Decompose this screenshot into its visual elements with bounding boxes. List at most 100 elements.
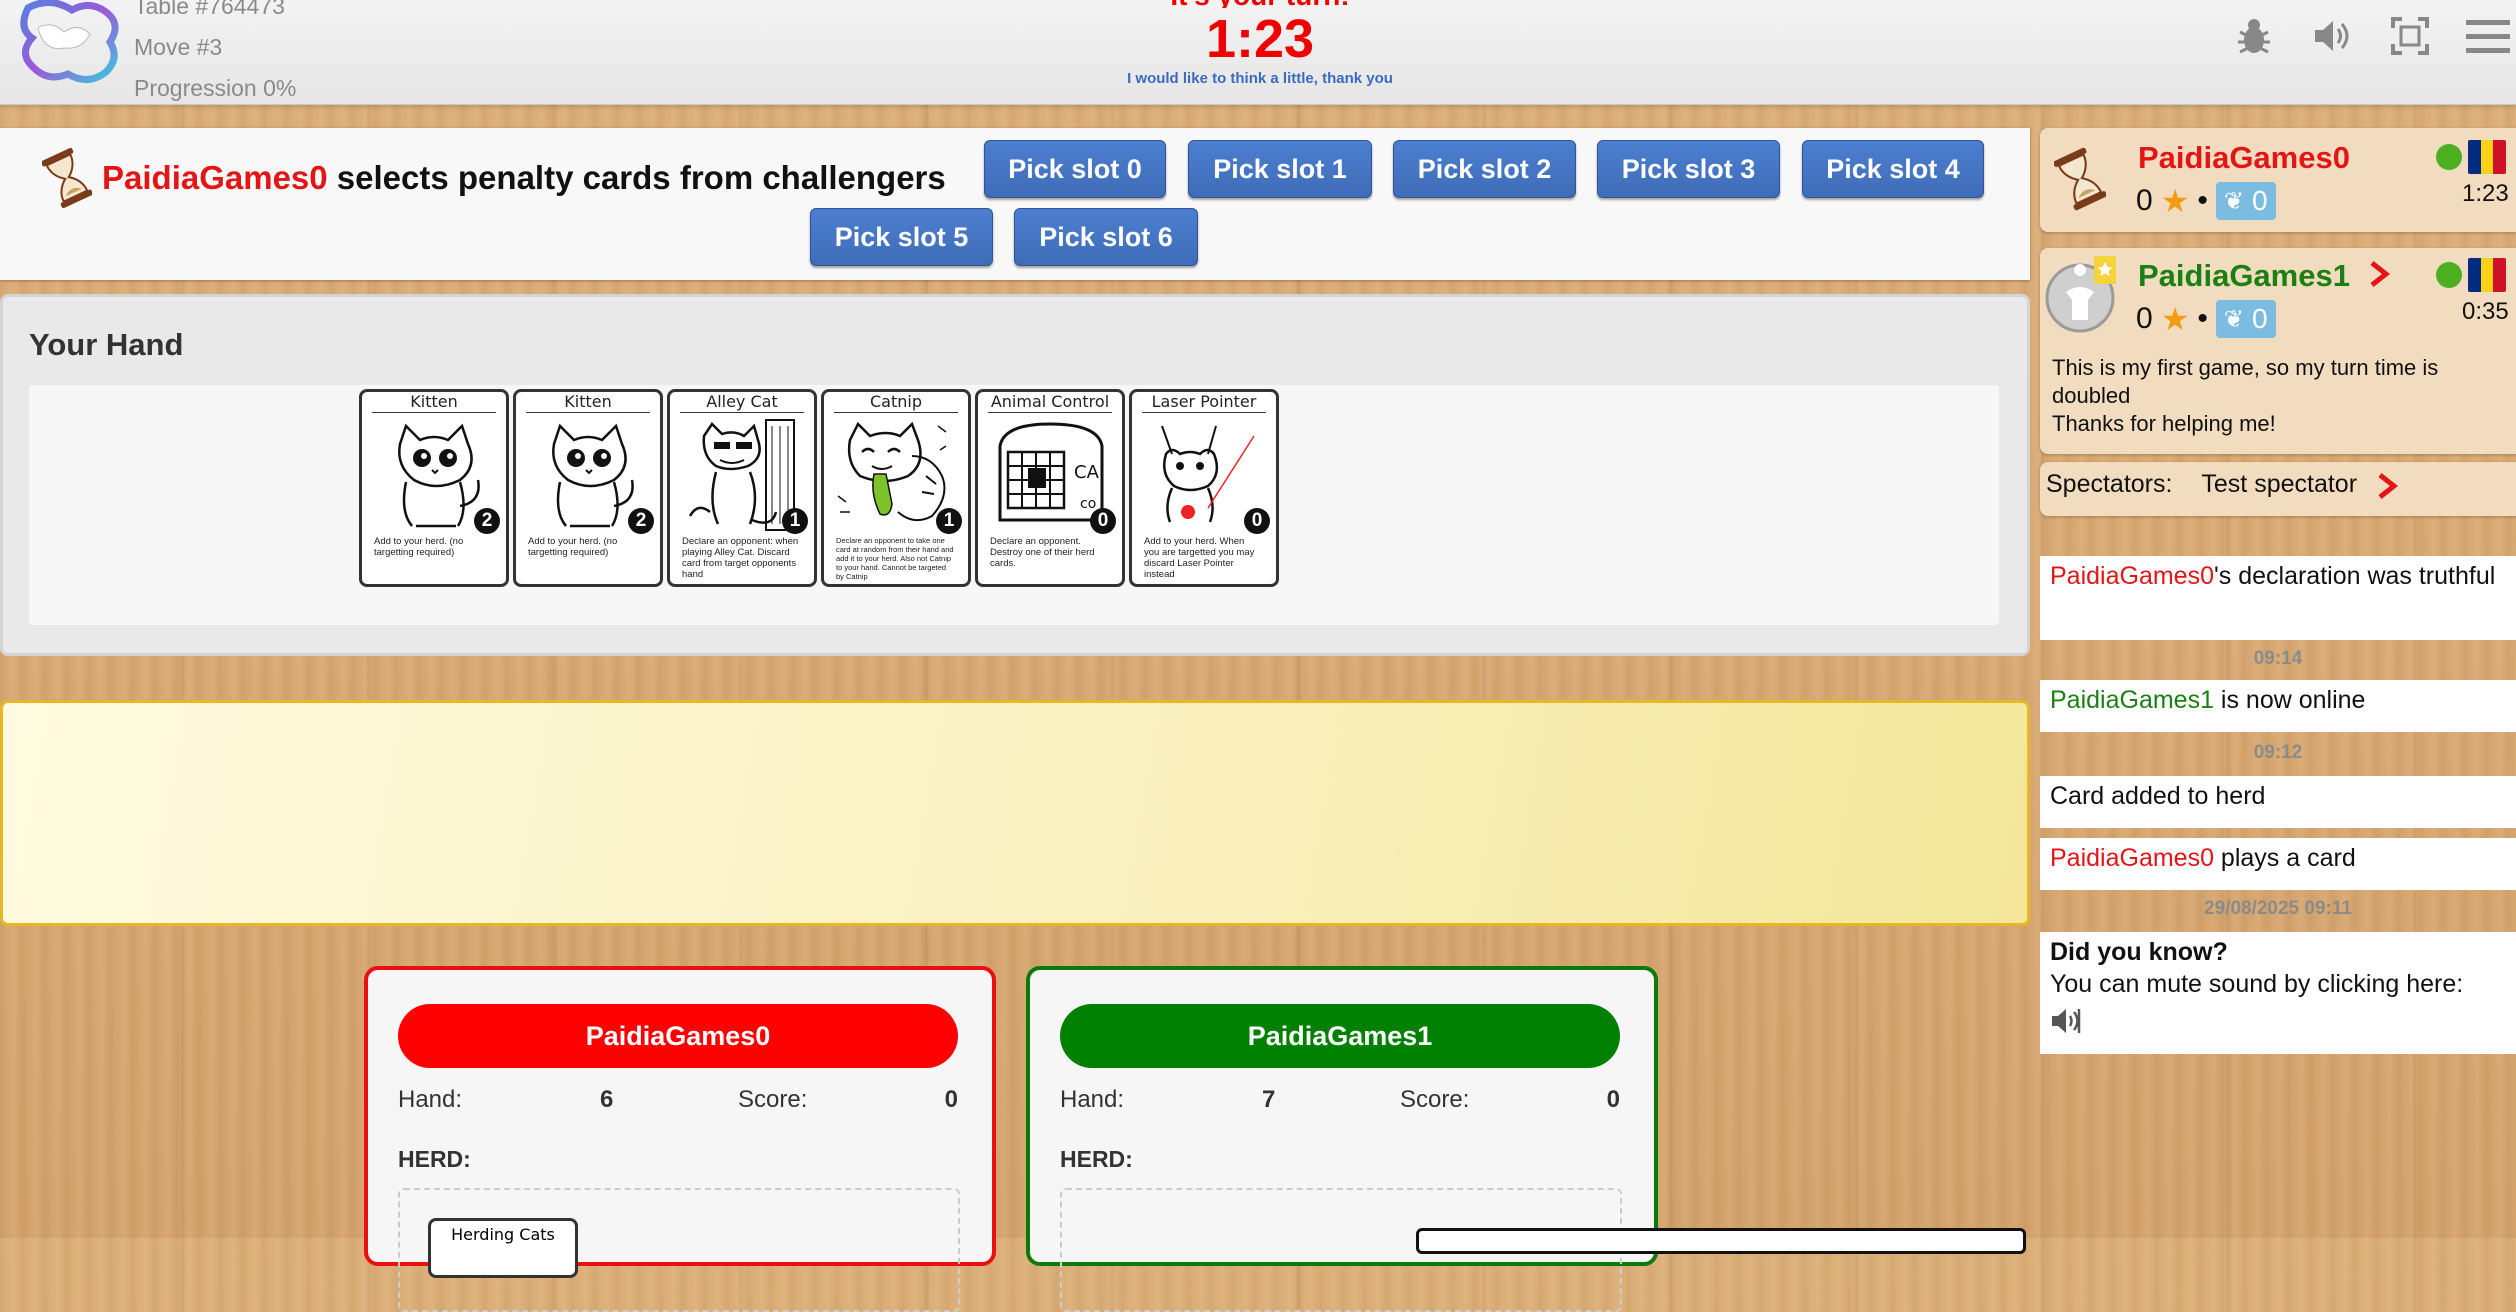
score-value: 0: [1606, 1086, 1620, 1113]
table-id: Table #764473: [134, 0, 285, 19]
play-area: [0, 700, 2030, 926]
log-entry: Card added to herd: [2040, 776, 2516, 828]
player-message-line: Thanks for helping me!: [2052, 411, 2276, 436]
herd-area: Herding Cats: [398, 1188, 960, 1312]
turn-indicator: It's your turn! 1:23 I would like to thi…: [1060, 0, 1460, 87]
herd-label: HERD:: [398, 1146, 471, 1172]
player-name[interactable]: PaidiaGames0: [2138, 140, 2350, 176]
top-bar: Table #764473 Move #3 Progression 0% It'…: [0, 0, 2516, 105]
card-value: 2: [628, 508, 654, 534]
card-value: 0: [1090, 508, 1116, 534]
spectator-name[interactable]: Test spectator: [2201, 470, 2357, 498]
card-value: 2: [474, 508, 500, 534]
hand-count: 6: [600, 1086, 614, 1113]
hand-card-kitten[interactable]: Kitten Add to your herd. (no targetting …: [359, 389, 509, 587]
card-value: 1: [936, 508, 962, 534]
score-label: Score:: [1400, 1086, 1470, 1113]
card-name: Catnip: [834, 392, 958, 413]
hand-label: Hand:: [398, 1086, 463, 1113]
log-player-name[interactable]: PaidiaGames0: [2050, 562, 2214, 590]
log-text: 's declaration was truthful: [2213, 562, 2496, 590]
laurel-icon: ❦: [2223, 187, 2244, 215]
hourglass-icon: [42, 148, 92, 208]
sound-icon[interactable]: [2310, 14, 2354, 58]
card-name: Laser Pointer: [1142, 392, 1266, 413]
player-board-name: PaidiaGames0: [398, 1004, 958, 1068]
player-score: 0 ★ • ❦ 0: [2136, 182, 2276, 220]
player-board-1: PaidiaGames1 Hand: 7 Score: 0 HERD:: [1026, 966, 1658, 1312]
tip-box: Did you know? You can mute sound by clic…: [2040, 932, 2516, 1054]
fullscreen-icon[interactable]: [2388, 14, 2432, 58]
score-value: 0: [2136, 184, 2153, 217]
player-name[interactable]: PaidiaGames1: [2138, 258, 2350, 294]
pick-slot-2-button[interactable]: Pick slot 2: [1393, 140, 1576, 198]
action-bar: PaidiaGames0 selects penalty cards from …: [0, 128, 2030, 280]
score-label: Score:: [738, 1086, 808, 1113]
laurel-badge: ❦ 0: [2215, 182, 2276, 220]
hand-card-kitten[interactable]: Kitten Add to your herd. (no targetting …: [513, 389, 663, 587]
separator: •: [2197, 184, 2208, 217]
chevron-right-icon[interactable]: [2368, 260, 2390, 288]
hand-panel: Your Hand Kitten Add to your herd. (no t…: [0, 294, 2030, 656]
log-text: is now online: [2213, 686, 2366, 714]
top-icons: [2232, 14, 2516, 58]
svg-text:CA: CA: [1074, 462, 1100, 483]
pick-slot-0-button[interactable]: Pick slot 0: [984, 140, 1166, 198]
herd-card[interactable]: Herding Cats: [428, 1218, 578, 1278]
think-link[interactable]: I would like to think a little, thank yo…: [1060, 70, 1460, 87]
star-icon: ★: [2160, 301, 2190, 337]
card-name: Kitten: [372, 392, 496, 413]
progression: Progression 0%: [134, 75, 297, 101]
online-status-icon: [2436, 262, 2462, 288]
star-icon: ★: [2160, 183, 2190, 219]
hand-card-laser-pointer[interactable]: Laser Pointer Add to your herd. When you…: [1129, 389, 1279, 587]
hand-cards: Kitten Add to your herd. (no targetting …: [359, 389, 1279, 587]
pick-slot-3-button[interactable]: Pick slot 3: [1597, 140, 1780, 198]
pick-slot-1-button[interactable]: Pick slot 1: [1188, 140, 1372, 198]
first-game-badge-icon: [2094, 256, 2116, 284]
hand-card-catnip[interactable]: Catnip Declare an opponent to take one c…: [821, 389, 971, 587]
pick-slot-5-button[interactable]: Pick slot 5: [810, 208, 993, 266]
bug-icon[interactable]: [2232, 14, 2276, 58]
log-player-name[interactable]: PaidiaGames1: [2050, 686, 2214, 714]
hand-label: Hand:: [1060, 1086, 1125, 1113]
bga-logo[interactable]: [14, 0, 122, 84]
action-description: selects penalty cards from challengers: [327, 159, 946, 196]
player-message-line: This is my first game, so my turn time i…: [2052, 355, 2439, 408]
herd-label: HERD:: [1060, 1146, 1133, 1172]
romania-flag-icon: [2468, 258, 2506, 292]
spectators: Spectators: Test spectator: [2046, 470, 2357, 499]
log-entry: PaidiaGames0 plays a card: [2040, 838, 2516, 890]
mute-icon[interactable]: [2050, 1006, 2084, 1036]
pick-slot-6-button[interactable]: Pick slot 6: [1014, 208, 1198, 266]
log-player-name[interactable]: PaidiaGames0: [2050, 844, 2214, 872]
card-name: Kitten: [526, 392, 650, 413]
move-number: Move #3: [134, 34, 223, 60]
chevron-right-icon[interactable]: [2376, 472, 2398, 500]
card-description: Declare an opponent to take one card at …: [836, 536, 954, 581]
log-entry: PaidiaGames0's declaration was truthful: [2040, 556, 2516, 640]
laurel-count: 0: [2252, 303, 2268, 334]
player-board-name: PaidiaGames1: [1060, 1004, 1620, 1068]
hand-card-alley-cat[interactable]: Alley Cat Declare an opponent: when play…: [667, 389, 817, 587]
table-info: Table #764473 Move #3 Progression 0%: [134, 0, 296, 109]
menu-icon[interactable]: [2466, 14, 2510, 58]
action-text: PaidiaGames0 selects penalty cards from …: [102, 159, 946, 197]
player-message: This is my first game, so my turn time i…: [2052, 354, 2512, 438]
separator: •: [2197, 302, 2208, 335]
card-description: Add to your herd. (no targetting require…: [374, 536, 464, 558]
card-description: Declare an opponent: when playing Alley …: [682, 536, 799, 580]
log-text: Card added to herd: [2050, 782, 2266, 810]
online-status-icon: [2436, 144, 2462, 170]
laurel-icon: ❦: [2223, 305, 2244, 333]
card-name: Alley Cat: [680, 392, 804, 413]
player-score: 0 ★ • ❦ 0: [2136, 300, 2276, 338]
card-description: Add to your herd. When you are targetted…: [1144, 536, 1255, 580]
tip-text: You can mute sound by clicking here:: [2050, 970, 2464, 998]
hand-title: Your Hand: [29, 327, 184, 362]
card-value: 1: [782, 508, 808, 534]
turn-timer: 1:23: [1205, 9, 1315, 69]
active-player-name: PaidiaGames0: [102, 159, 328, 196]
hand-card-animal-control[interactable]: Animal Control CA co Declare an opponent…: [975, 389, 1125, 587]
pick-slot-4-button[interactable]: Pick slot 4: [1802, 140, 1984, 198]
